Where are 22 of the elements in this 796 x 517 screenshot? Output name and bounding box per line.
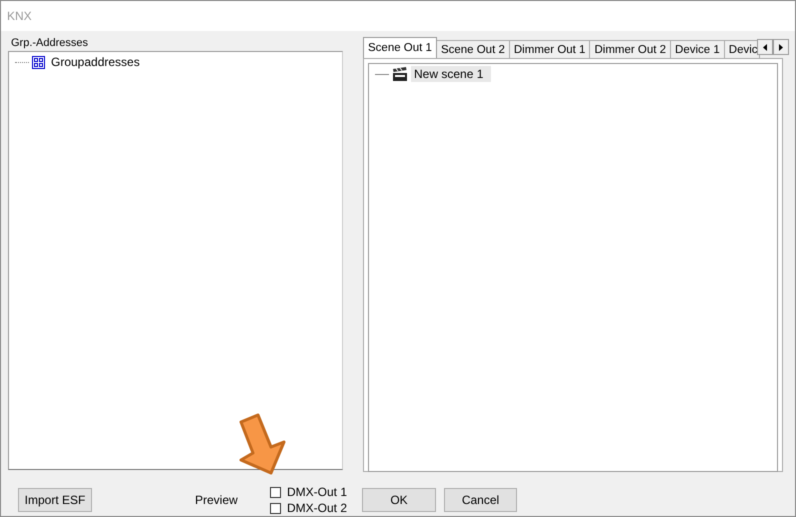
panel-label: Grp.-Addresses: [10, 36, 90, 51]
grid-icon: [32, 56, 45, 68]
checkbox[interactable]: [270, 486, 281, 498]
right-triangle-icon: [779, 44, 783, 50]
scene-tree[interactable]: New scene 1: [368, 63, 778, 472]
import-button[interactable]: Import ESF: [18, 488, 92, 512]
left-triangle-icon: [763, 44, 767, 50]
window-title: KNX: [1, 1, 795, 31]
checkbox[interactable]: [270, 502, 281, 514]
tab[interactable]: Devic: [724, 40, 760, 58]
scroll-left-button[interactable]: [757, 39, 773, 55]
preview-label: Preview: [195, 493, 239, 507]
tab[interactable]: Scene Out 1: [363, 37, 437, 58]
tree-item[interactable]: New scene 1: [411, 66, 491, 82]
clapperboard-icon: [392, 67, 408, 81]
scroll-right-button[interactable]: [773, 39, 789, 55]
tree-item[interactable]: Groupaddresses: [48, 54, 143, 70]
checkbox-label: DMX-Out 2: [287, 501, 348, 515]
group-address-tree[interactable]: Groupaddresses: [8, 51, 343, 470]
checkbox-label: DMX-Out 1: [287, 485, 348, 499]
cancel-button[interactable]: Cancel: [444, 488, 517, 512]
ok-button[interactable]: OK: [362, 488, 436, 512]
